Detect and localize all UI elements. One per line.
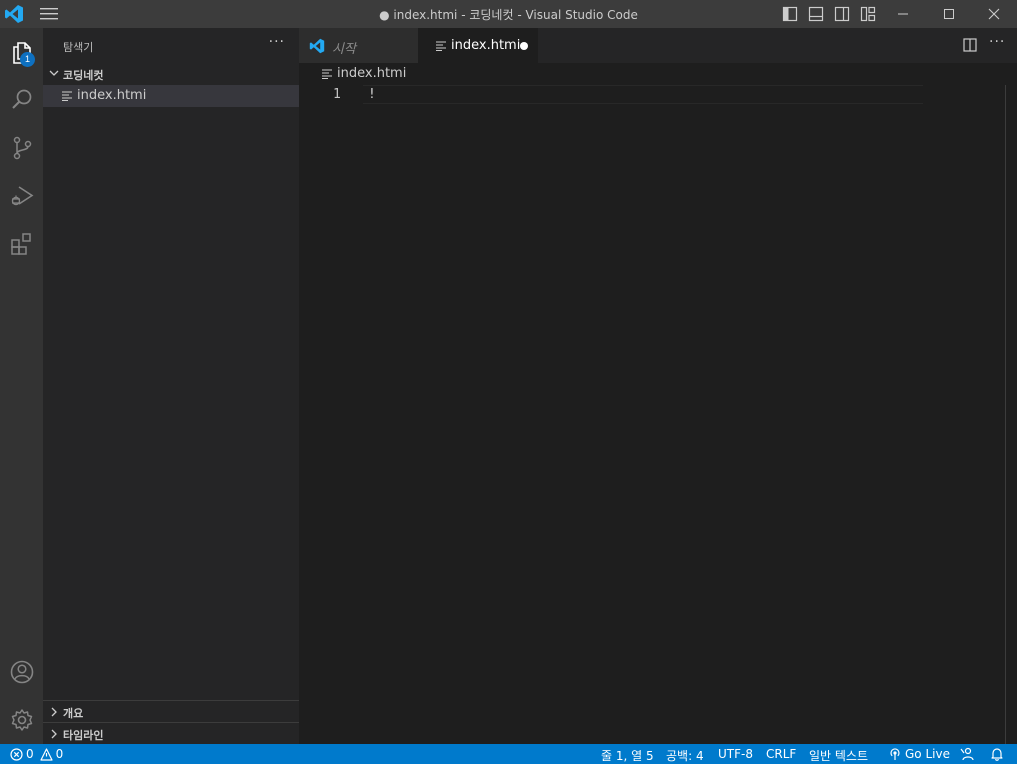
error-count: 0 <box>26 747 34 761</box>
minimize-button[interactable] <box>880 0 926 28</box>
close-icon <box>988 8 1000 20</box>
editor-area: 시작 index.htmi ··· index.htmi 1 ! <box>299 28 1017 744</box>
outline-label: 개요 <box>63 707 84 720</box>
maximize-button[interactable] <box>926 0 972 28</box>
account-icon <box>10 660 33 684</box>
unsaved-dot-icon[interactable] <box>520 42 528 50</box>
warning-count: 0 <box>55 747 64 761</box>
toggle-secondary-sidebar-icon[interactable] <box>834 6 850 22</box>
file-icon <box>436 41 446 51</box>
cursor-position[interactable]: 줄 1, 열 5 <box>601 747 654 764</box>
activity-search[interactable] <box>0 76 43 124</box>
folder-row[interactable]: 코딩네컷 <box>43 63 299 85</box>
title-bar: ● index.htmi - 코딩네컷 - Visual Studio Code <box>0 0 1017 28</box>
feedback-icon <box>960 747 974 761</box>
activity-run-debug[interactable] <box>0 172 43 220</box>
run-debug-icon <box>11 186 33 206</box>
broadcast-icon <box>890 748 900 760</box>
chevron-down-icon <box>49 70 59 76</box>
activity-manage[interactable] <box>0 696 43 744</box>
file-item[interactable]: index.htmi <box>43 85 299 107</box>
status-bar: 0 0 줄 1, 열 5 공백: 4 UTF-8 CRLF 일반 텍스트 Go … <box>0 744 1017 764</box>
tab-index-label: index.htmi <box>451 38 521 53</box>
toggle-panel-icon[interactable] <box>808 6 824 22</box>
line-number: 1 <box>333 87 341 102</box>
feedback-button[interactable] <box>960 747 978 761</box>
tab-welcome[interactable]: 시작 <box>299 28 418 63</box>
editor-more-button[interactable]: ··· <box>989 34 1005 50</box>
outline-section[interactable]: 개요 <box>43 700 299 722</box>
current-line-highlight <box>363 85 923 104</box>
go-live-button[interactable]: Go Live <box>888 747 950 761</box>
tab-index-file[interactable]: index.htmi <box>418 28 538 63</box>
activity-extensions[interactable] <box>0 220 43 268</box>
bell-icon <box>991 748 1003 761</box>
customize-layout-icon[interactable] <box>860 6 876 22</box>
breadcrumb-file[interactable]: index.htmi <box>337 66 406 81</box>
file-label: index.htmi <box>77 88 147 103</box>
error-icon <box>10 747 23 761</box>
folder-label: 코딩네컷 <box>63 69 104 82</box>
vertical-scrollbar[interactable] <box>1005 85 1006 744</box>
go-live-label: Go Live <box>905 747 950 761</box>
timeline-label: 타임라인 <box>63 729 104 742</box>
sidebar-header: 탐색기 ··· <box>43 28 299 63</box>
explorer-badge: 1 <box>20 52 35 67</box>
maximize-icon <box>944 9 954 19</box>
toggle-primary-sidebar-icon[interactable] <box>782 6 798 22</box>
minimize-icon <box>898 13 908 15</box>
activity-bar: 1 <box>0 28 43 744</box>
extensions-icon <box>10 233 31 255</box>
indentation[interactable]: 공백: 4 <box>666 747 704 764</box>
tab-bar: 시작 index.htmi ··· <box>299 28 1017 63</box>
source-control-icon <box>13 136 31 160</box>
activity-explorer[interactable]: 1 <box>0 28 43 76</box>
problems-indicator[interactable]: 0 0 <box>10 747 63 761</box>
encoding[interactable]: UTF-8 <box>718 747 753 761</box>
notifications-button[interactable] <box>990 747 1007 761</box>
chevron-right-icon <box>51 729 57 739</box>
tab-welcome-label: 시작 <box>332 42 356 57</box>
warning-icon <box>40 747 53 761</box>
chevron-right-icon <box>51 707 57 717</box>
activity-account[interactable] <box>0 648 43 696</box>
explorer-sidebar: 탐색기 ··· 코딩네컷 index.htmi 개요 타임라인 <box>43 28 299 744</box>
file-icon <box>62 91 72 101</box>
split-editor-icon[interactable] <box>963 38 977 52</box>
close-window-button[interactable] <box>971 0 1017 28</box>
file-icon <box>322 69 332 79</box>
settings-gear-icon <box>11 709 32 731</box>
sidebar-title: 탐색기 <box>63 41 94 54</box>
code-text[interactable]: ! <box>368 87 376 102</box>
activity-source-control[interactable] <box>0 124 43 172</box>
timeline-section[interactable]: 타임라인 <box>43 722 299 744</box>
sidebar-more-button[interactable]: ··· <box>269 34 285 50</box>
end-of-line[interactable]: CRLF <box>766 747 796 761</box>
language-mode[interactable]: 일반 텍스트 <box>809 747 868 764</box>
search-icon <box>11 89 31 109</box>
vscode-logo-icon <box>309 38 325 54</box>
breadcrumb: index.htmi <box>299 63 1017 85</box>
